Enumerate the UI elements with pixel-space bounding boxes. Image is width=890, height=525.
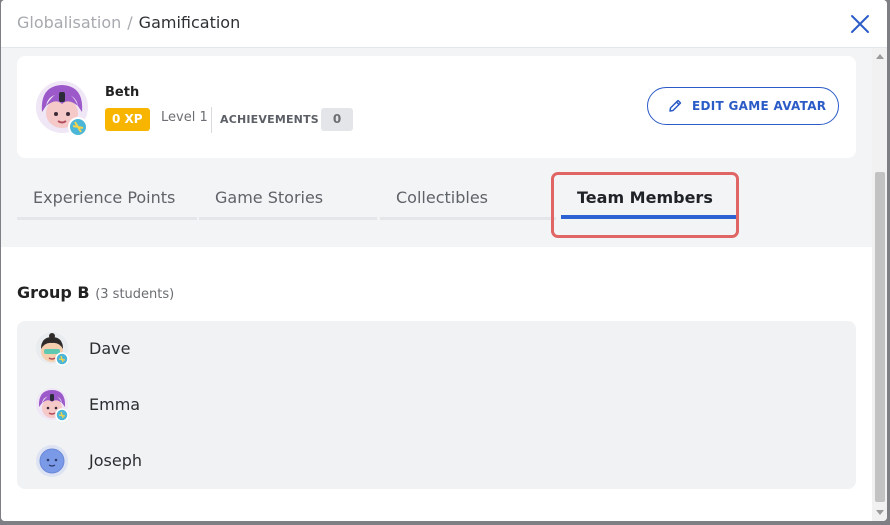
tab-bar: Experience Points Game Stories Collectib… [17,168,739,238]
avatar [35,387,71,423]
pencil-icon [667,98,683,114]
breadcrumb-separator: / [127,13,133,32]
list-item[interactable]: Dave [17,321,856,377]
edit-game-avatar-label: EDIT GAME AVATAR [692,99,827,113]
member-name: Dave [89,339,131,358]
group-count: (3 students) [95,287,175,302]
tab-game-stories[interactable]: Game Stories [199,168,377,222]
avatar [34,80,92,138]
member-name: Emma [89,395,141,414]
tab-underline [17,217,197,220]
modal-header: Globalisation / Gamification [1,0,887,48]
tab-label: Game Stories [215,188,324,207]
tab-label: Collectibles [396,188,488,207]
scrollbar[interactable] [872,48,887,521]
avatar [35,331,71,367]
level-label: Level 1 [161,110,208,125]
profile-name: Beth [105,85,140,100]
list-item[interactable]: Emma [17,377,856,433]
breadcrumb: Globalisation / Gamification [17,13,240,32]
profile-card: Beth 0 XP Level 1 ACHIEVEMENTS 0 EDIT GA… [17,56,856,158]
achievements-count-badge: 0 [321,108,353,131]
tab-label: Experience Points [33,188,176,207]
tab-collectibles[interactable]: Collectibles [380,168,556,222]
xp-badge: 0 XP [105,108,150,131]
tab-label: Team Members [577,188,713,207]
edit-game-avatar-button[interactable]: EDIT GAME AVATAR [647,87,839,125]
tab-team-members[interactable]: Team Members [561,168,739,222]
gamification-modal: Globalisation / Gamification Beth 0 XP L… [1,0,887,521]
modal-body: Beth 0 XP Level 1 ACHIEVEMENTS 0 EDIT GA… [1,48,872,521]
tab-experience-points[interactable]: Experience Points [17,168,197,222]
member-list: Dave Emma Joseph [17,321,856,489]
scroll-down-icon[interactable] [876,510,884,515]
scroll-thumb[interactable] [875,172,885,502]
tab-active-underline [561,215,739,219]
breadcrumb-globalisation[interactable]: Globalisation [17,13,121,32]
team-members-panel: Group B (3 students) Dave Emma Joseph [1,247,872,521]
close-icon[interactable] [848,12,872,36]
tab-underline [199,217,377,220]
group-title: Group B (3 students) [17,283,174,302]
tab-underline [380,217,556,220]
member-name: Joseph [89,451,142,470]
group-name: Group B [17,283,90,302]
breadcrumb-gamification: Gamification [138,13,241,32]
avatar [35,443,71,479]
scroll-up-icon[interactable] [876,54,884,59]
list-item[interactable]: Joseph [17,433,856,489]
achievements-label: ACHIEVEMENTS [220,113,319,126]
divider [211,107,212,133]
